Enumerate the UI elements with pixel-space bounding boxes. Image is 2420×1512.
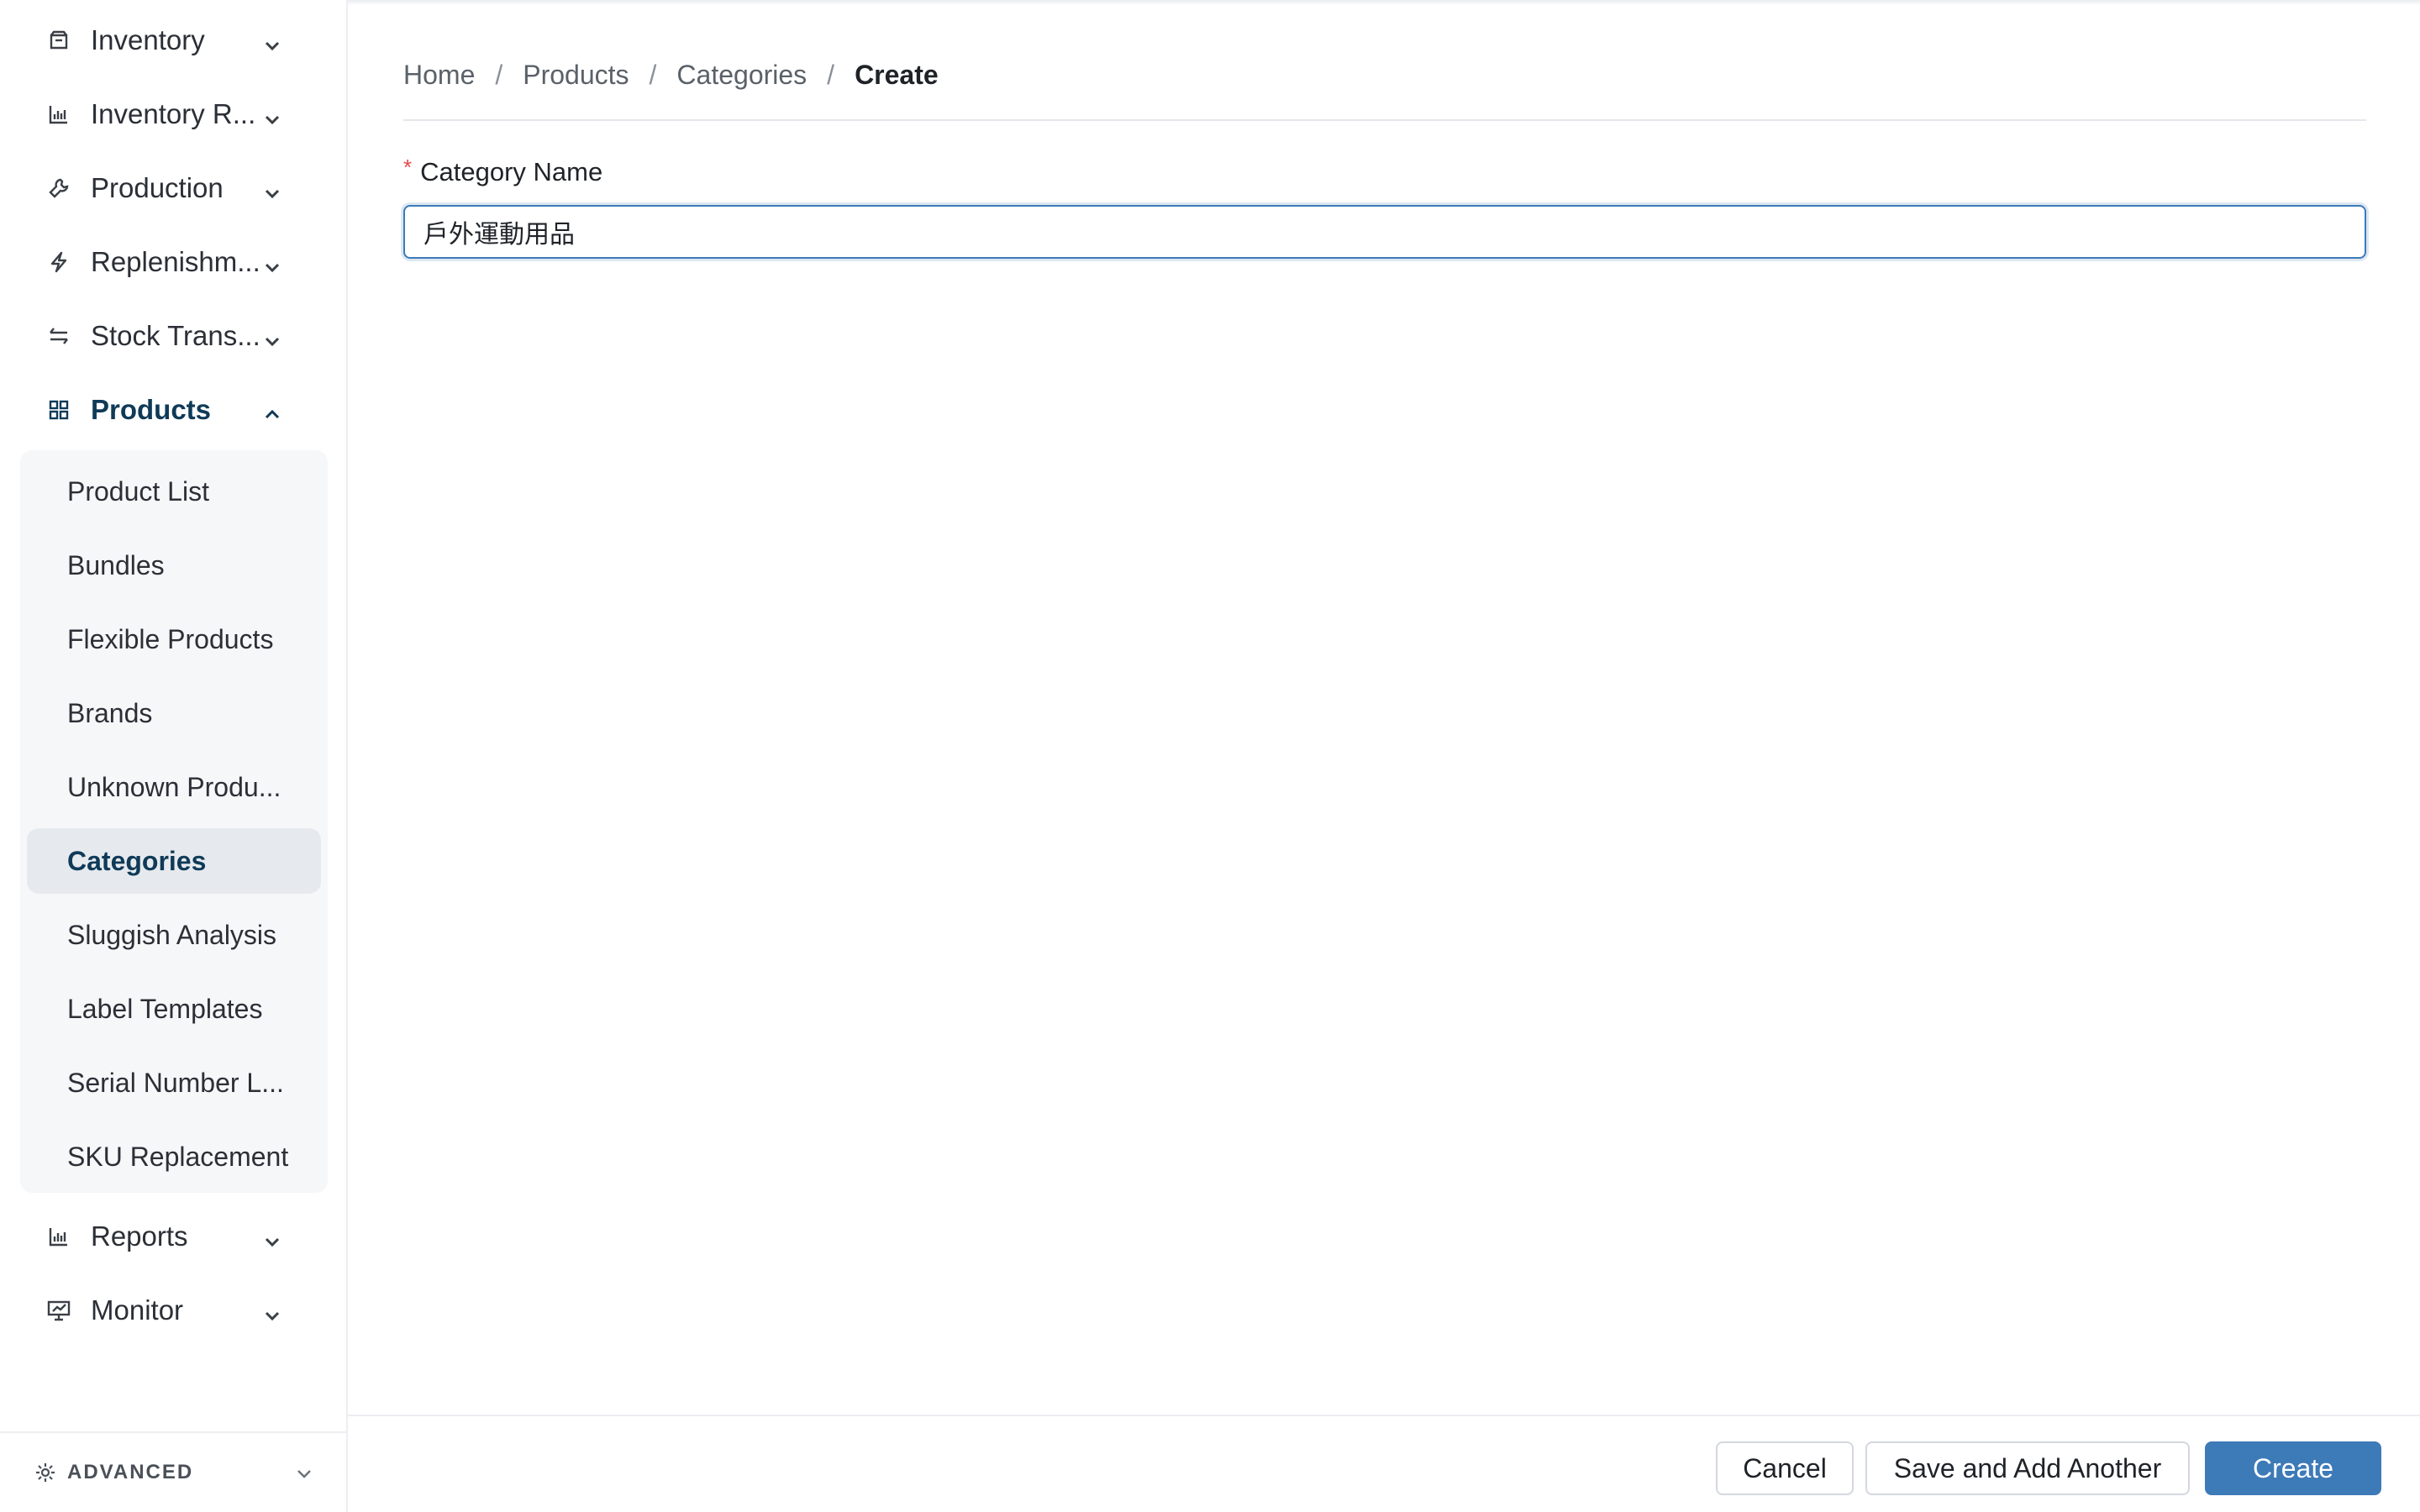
category-name-label-text: Category Name [420,157,603,186]
submenu-item-sluggish-analysis[interactable]: Sluggish Analysis [27,902,321,968]
breadcrumb-categories[interactable]: Categories [676,60,807,91]
category-name-input[interactable] [403,205,2366,259]
submenu-item-flexible-products[interactable]: Flexible Products [27,606,321,672]
category-name-label: * Category Name [403,155,602,190]
sidebar-item-reports[interactable]: Reports [20,1203,313,1270]
cancel-button[interactable]: Cancel [1716,1441,1854,1495]
chevron-down-icon [262,30,282,51]
box-icon [45,27,72,54]
sidebar-item-label: Inventory R... [91,98,256,129]
sidebar-item-production[interactable]: Production [20,155,313,222]
sidebar: Inventory Inventory R... Production Repl… [0,0,348,1512]
breadcrumb-products[interactable]: Products [523,60,629,91]
transfer-icon [45,323,72,349]
breadcrumb-current: Create [855,59,939,90]
sidebar-item-inventory-reports[interactable]: Inventory R... [20,81,313,148]
bar-chart-icon [45,101,72,128]
submenu-item-brands[interactable]: Brands [27,680,321,746]
sidebar-item-label: Inventory [91,24,205,55]
lightning-icon [45,249,72,276]
create-button[interactable]: Create [2205,1441,2381,1495]
sidebar-item-replenishment[interactable]: Replenishm... [20,228,313,296]
app-window: Inventory Inventory R... Production Repl… [0,0,2420,1512]
submenu-item-unknown-products[interactable]: Unknown Produ... [27,754,321,820]
gear-icon [34,1461,57,1484]
sidebar-item-label: Replenishm... [91,246,260,277]
breadcrumb-separator: / [827,59,835,90]
grid-icon [45,396,72,423]
wrench-icon [45,175,72,202]
breadcrumb: Home / Products / Categories / Create [403,55,939,94]
submenu-item-product-list[interactable]: Product List [27,459,321,524]
chevron-down-icon [262,252,282,273]
sidebar-item-label: Reports [91,1221,188,1252]
breadcrumb-separator: / [495,59,503,90]
advanced-toggle[interactable]: ADVANCED [0,1431,348,1512]
submenu-item-categories[interactable]: Categories [27,828,321,894]
save-and-add-another-button[interactable]: Save and Add Another [1865,1441,2190,1495]
sidebar-item-label: Production [91,172,224,203]
chevron-down-icon [262,1300,282,1321]
sidebar-item-label: Monitor [91,1294,184,1326]
chevron-up-icon [262,400,282,420]
chevron-down-icon [262,104,282,125]
breadcrumb-home[interactable]: Home [403,60,475,91]
advanced-label: ADVANCED [67,1461,194,1483]
submenu-item-label-templates[interactable]: Label Templates [27,976,321,1042]
chevron-down-icon [262,326,282,347]
form-footer: Cancel Save and Add Another Create [348,1415,2420,1512]
submenu-item-serial-number[interactable]: Serial Number L... [27,1050,321,1116]
chevron-down-icon [262,1226,282,1247]
monitor-chart-icon [45,1297,72,1324]
products-submenu: Product List Bundles Flexible Products B… [20,450,328,1193]
sidebar-item-inventory[interactable]: Inventory [20,7,313,74]
top-shadow [348,0,2420,5]
bar-chart-icon [45,1223,72,1250]
chevron-down-icon [294,1463,314,1483]
header-divider [403,119,2366,121]
sidebar-item-monitor[interactable]: Monitor [20,1277,313,1344]
sidebar-item-label: Stock Trans... [91,320,260,351]
breadcrumb-separator: / [649,59,657,90]
submenu-item-sku-replacement[interactable]: SKU Replacement [27,1124,321,1189]
sidebar-item-products[interactable]: Products [20,376,313,444]
chevron-down-icon [262,178,282,199]
sidebar-item-stock-transfer[interactable]: Stock Trans... [20,302,313,370]
required-mark: * [403,154,413,180]
submenu-item-bundles[interactable]: Bundles [27,533,321,598]
sidebar-item-label: Products [91,394,212,425]
